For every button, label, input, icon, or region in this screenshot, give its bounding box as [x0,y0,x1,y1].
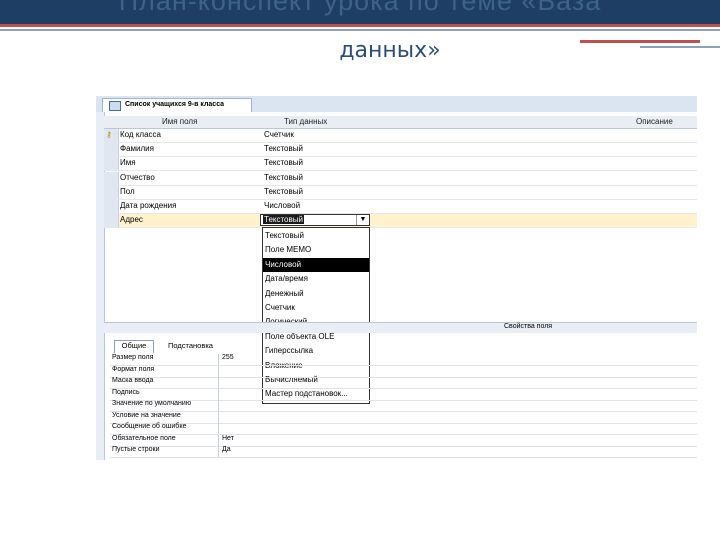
row-selector[interactable] [104,200,119,213]
primary-key-icon: ⚷ [106,130,112,139]
dropdown-option[interactable]: Поле МЕМО [263,243,369,257]
field-row[interactable]: Адрес [104,214,697,229]
property-label: Формат поля [112,365,155,373]
property-value[interactable]: Да [222,446,231,453]
property-label: Пустые строки [112,446,160,453]
property-row[interactable]: Обязательное поле Нет [110,434,697,447]
access-table-design-screenshot: Список учащихся 9-в класса Имя поля Тип … [96,96,697,460]
field-name-cell[interactable]: Пол [120,187,135,196]
dropdown-option[interactable]: Текстовый [263,229,369,243]
property-label: Условие на значение [112,411,181,419]
data-type-cell[interactable]: Текстовый [264,158,303,167]
field-name-cell[interactable]: Код класса [120,130,161,139]
property-row[interactable]: Размер поля 255 [110,354,697,366]
data-type-cell[interactable]: Текстовый [264,187,303,196]
chevron-down-icon[interactable]: ▼ [356,215,369,225]
data-type-cell[interactable]: Числовой [264,201,300,210]
field-name-cell[interactable]: Адрес [120,215,143,224]
property-label: Подпись [112,388,140,396]
property-divider [218,365,219,377]
row-selector[interactable] [104,185,119,199]
row-selector[interactable] [104,214,119,228]
property-divider [218,354,219,365]
slide-title-line2: данных» [339,38,441,63]
property-divider [218,446,219,457]
property-divider [218,423,219,434]
data-type-cell[interactable]: Текстовый [264,144,303,153]
data-type-combobox[interactable]: Текстовый ▼ [260,214,370,226]
property-label: Маска ввода [112,377,154,384]
property-divider [218,434,219,446]
field-row[interactable]: Пол Текстовый [104,185,697,200]
row-selector[interactable] [104,157,119,171]
tab-general[interactable]: Общие [114,340,154,353]
tab-lookup[interactable]: Подстановка [168,341,213,350]
slide-title-line1: План-конспект урока по теме «База [118,0,602,16]
property-divider [218,400,219,411]
field-properties-title: Свойства поля [504,323,553,330]
field-row[interactable]: Фамилия Текстовый [104,143,697,158]
design-grid-header: Имя поля Тип данных Описание [104,116,697,129]
property-row[interactable]: Маска ввода [110,377,697,389]
property-label: Обязательное поле [112,434,176,442]
property-divider [218,377,219,388]
column-header-data-type[interactable]: Тип данных [284,117,327,126]
property-label: Размер поля [112,354,154,361]
field-row[interactable]: Дата рождения Числовой [104,200,697,214]
document-tab-label: Список учащихся 9-в класса [125,101,225,108]
column-header-field-name[interactable]: Имя поля [162,117,197,126]
column-header-description[interactable]: Описание [636,117,673,126]
property-row[interactable]: Условие на значение [110,411,697,424]
property-row[interactable]: Формат поля [110,365,697,378]
property-row[interactable]: Подпись [110,388,697,401]
dropdown-option[interactable]: Дата/время [263,272,369,286]
document-tabstrip: Список учащихся 9-в класса [96,96,697,112]
row-selector[interactable] [104,171,119,185]
row-selector[interactable]: ⚷ [104,129,119,142]
table-icon [109,101,121,111]
field-name-cell[interactable]: Отчество [120,173,155,182]
row-selector[interactable] [104,143,119,157]
document-tab[interactable]: Список учащихся 9-в класса [102,98,252,112]
data-type-cell[interactable]: Текстовый [264,173,303,182]
property-row[interactable]: Пустые строки Да [110,446,697,458]
combo-selected-value: Текстовый [263,215,304,224]
property-divider [218,388,219,400]
dropdown-option[interactable]: Числовой [263,257,369,272]
property-value[interactable]: Нет [222,435,234,442]
field-name-cell[interactable]: Имя [120,158,136,167]
header-rule-red [0,24,720,27]
header-rule-blue [0,29,720,31]
property-divider [218,411,219,423]
field-properties-panel: Общие Подстановка Размер поля 255 Формат п… [108,338,697,460]
data-type-cell[interactable]: Счетчик [264,130,294,139]
property-label: Значение по умолчанию [112,400,192,407]
field-row[interactable]: Имя Текстовый [104,157,697,172]
field-row[interactable]: Отчество Текстовый [104,171,697,186]
field-name-cell[interactable]: Дата рождения [120,201,176,210]
property-row[interactable]: Значение по умолчанию [110,400,697,412]
field-properties-bar: Свойства поля [104,322,697,333]
property-label: Сообщение об ошибке [112,423,187,430]
dropdown-option[interactable]: Денежный [263,287,369,301]
property-row[interactable]: Сообщение об ошибке [110,423,697,435]
field-row[interactable]: ⚷ Код класса Счетчик [104,129,697,143]
property-value[interactable]: 255 [222,354,234,361]
dropdown-option[interactable]: Счетчик [263,301,369,315]
field-name-cell[interactable]: Фамилия [120,144,154,153]
